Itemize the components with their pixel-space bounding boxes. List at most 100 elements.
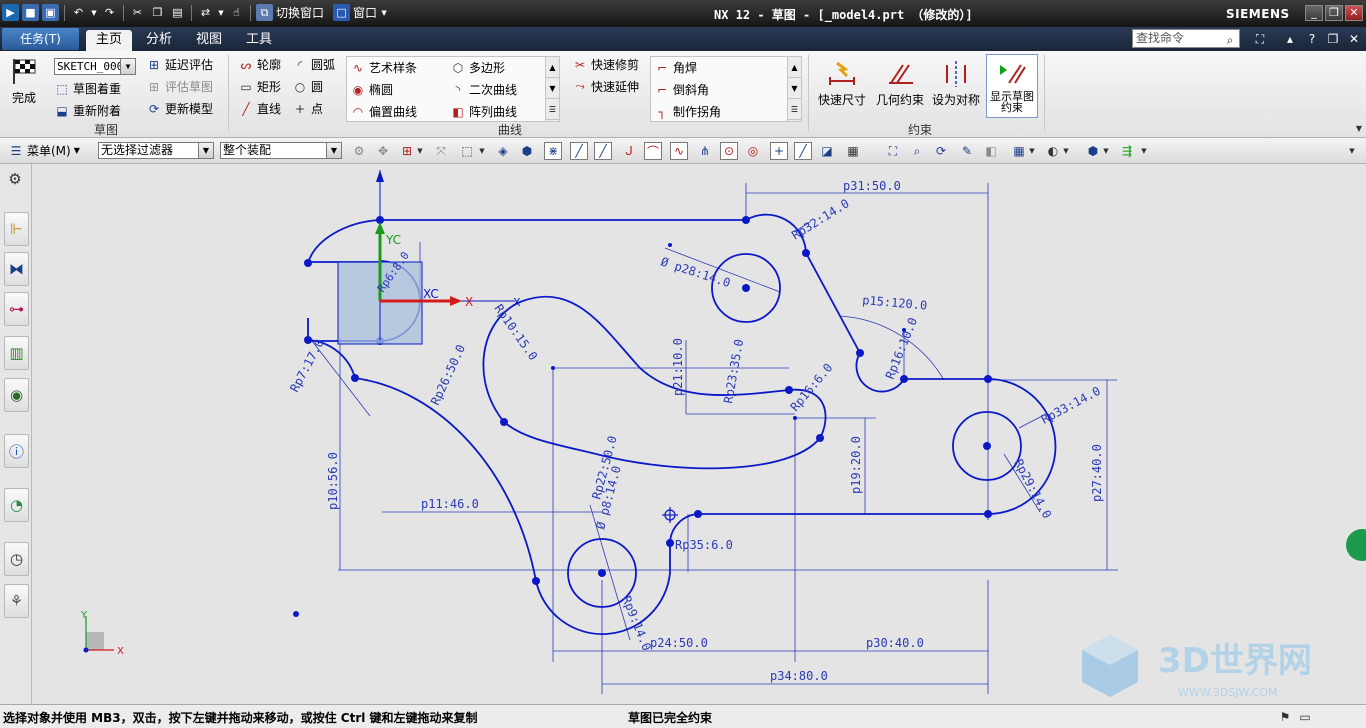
web-browser-icon[interactable]: ⓘ [4, 434, 29, 468]
chevron-down-icon[interactable]: ▼ [416, 142, 424, 160]
studio-spline-button[interactable]: ∿ 艺术样条 [350, 59, 417, 76]
select-solid-icon[interactable]: ◈ [494, 142, 512, 160]
datum-csys[interactable]: YC XC X X [337, 170, 521, 345]
assembly-navigator-icon[interactable]: ⊩ [4, 212, 29, 246]
render-style-icon[interactable]: ◧ [982, 142, 1000, 160]
window-menu-label[interactable]: 窗口 [353, 4, 377, 21]
repeat-command-icon[interactable]: ⇄ [197, 4, 214, 21]
dim-text[interactable]: p19:20.0 [849, 436, 863, 494]
dim-text[interactable]: p10:56.0 [326, 452, 340, 510]
menu-button[interactable]: ☰ 菜单(M) ▼ [8, 142, 80, 159]
dim-text[interactable]: p24:50.0 [650, 636, 708, 650]
chevron-down-icon[interactable]: ▼ [1140, 142, 1148, 160]
snap-curve-icon[interactable]: ᒍ [620, 142, 638, 160]
dim-text[interactable]: p15:120.0 [862, 293, 928, 313]
scroll-up-icon[interactable]: ▲ [546, 57, 559, 78]
arc-left-top[interactable] [307, 219, 381, 264]
task-menu-button[interactable]: 任务(T) [2, 28, 79, 50]
tab-view[interactable]: 视图 [190, 30, 228, 51]
save-icon[interactable]: ■ [22, 4, 39, 21]
expand-gallery-icon[interactable]: ☰ [788, 99, 801, 120]
gallery-scrollbar[interactable]: ▲ ▼ ☰ [545, 57, 559, 121]
rectangle-select-icon[interactable]: ⬚ [458, 142, 476, 160]
sketch-name-select[interactable]: SKETCH_000 ▼ [54, 58, 136, 75]
snap-intersection-icon[interactable]: ⋔ [696, 142, 714, 160]
pattern-curve-button[interactable]: ◧ 阵列曲线 [450, 103, 517, 120]
window-icon[interactable]: □ [333, 4, 351, 21]
fillet-button[interactable]: ⌐ 角焊 [654, 59, 697, 76]
dim-text[interactable]: p27:40.0 [1090, 444, 1104, 502]
restore-button[interactable]: ❐ [1325, 5, 1343, 21]
rectangle-button[interactable]: ▭ 矩形 [238, 78, 281, 95]
redo-icon[interactable]: ↷ [101, 4, 118, 21]
arc-r26[interactable] [354, 377, 537, 582]
display-mode-icon[interactable]: ◐ [1044, 142, 1062, 160]
chevron-down-icon[interactable]: ▼ [1102, 142, 1110, 160]
circle-button[interactable]: ○ 圆 [292, 78, 323, 95]
snap-spline-icon[interactable]: ∿ [670, 142, 688, 160]
reattach-button[interactable]: ⬓ 重新附着 [54, 102, 121, 119]
history-icon[interactable]: ◔ [4, 488, 29, 522]
nx-logo-icon[interactable]: ▶ [2, 4, 19, 21]
view-orientation-icon[interactable]: ▦ [1010, 142, 1028, 160]
chevron-down-icon[interactable]: ▼ [1062, 142, 1070, 160]
dim-text[interactable]: p21:10.0 [671, 338, 685, 396]
toolbar-options-icon[interactable]: ▼ [1348, 142, 1356, 160]
dropdown-icon[interactable]: ▼ [90, 4, 98, 21]
arc-r9[interactable] [535, 572, 671, 635]
rapid-dimension-button[interactable]: 快速尺寸 [818, 57, 866, 108]
profile-button[interactable]: ᔕ 轮廓 [238, 56, 281, 73]
touch-mode-icon[interactable]: ☝ [228, 4, 245, 21]
copy-icon[interactable]: ❐ [149, 4, 166, 21]
dim-text[interactable]: p30:40.0 [866, 636, 924, 650]
snap-on-curve-icon[interactable]: ╱ [794, 142, 812, 160]
quick-extend-button[interactable]: ⤳ 快速延伸 [572, 78, 639, 95]
make-symmetric-button[interactable]: 设为对称 [932, 57, 980, 108]
filter-settings-icon[interactable]: ⚙ [350, 142, 368, 160]
flag-icon[interactable]: ⚑ [1276, 708, 1294, 726]
constraint-navigator-icon[interactable]: ⧓ [4, 252, 29, 286]
chamfer-button[interactable]: ⌐ 倒斜角 [654, 81, 709, 98]
clock-icon[interactable]: ◷ [4, 542, 29, 576]
rotate-icon[interactable]: ⟳ [932, 142, 950, 160]
snap-line2-icon[interactable]: ╱ [594, 142, 612, 160]
expand-gallery-icon[interactable]: ☰ [546, 99, 559, 120]
make-corner-button[interactable]: ┐ 制作拐角 [654, 103, 721, 120]
tab-home[interactable]: 主页 [86, 30, 132, 51]
dim-text[interactable]: Rp35:6.0 [675, 538, 733, 552]
work-layer-icon[interactable]: ⬢ [1084, 142, 1102, 160]
dim-text[interactable]: p34:80.0 [770, 669, 828, 683]
finish-sketch-button[interactable]: 完成 [8, 55, 40, 106]
gallery-scrollbar[interactable]: ▲ ▼ ☰ [787, 57, 801, 121]
reorient-sketch-button[interactable]: ⬚ 草图着重 [54, 80, 121, 97]
dim-text[interactable]: Rp29:14.0 [1011, 457, 1054, 521]
chevron-down-icon[interactable]: ▼ [478, 142, 486, 160]
snap-point-icon[interactable]: + [770, 142, 788, 160]
dropdown-icon[interactable]: ▼ [380, 4, 388, 21]
select-body-icon[interactable]: ⬢ [518, 142, 536, 160]
part-navigator-icon[interactable]: ⊶ [4, 292, 29, 326]
scroll-up-icon[interactable]: ▲ [788, 57, 801, 78]
help-icon[interactable]: ? [1304, 31, 1320, 47]
update-model-button[interactable]: ⟳ 更新模型 [146, 100, 213, 117]
ellipse-button[interactable]: ◉ 椭圆 [350, 81, 393, 98]
floating-status-icon[interactable] [1346, 529, 1366, 561]
dim-text[interactable]: Rp9:14.0 [619, 594, 654, 653]
dim-text[interactable]: Rp16:6.0 [788, 361, 836, 414]
close-doc-icon[interactable]: ✕ [1346, 31, 1362, 47]
chevron-down-icon[interactable]: ▼ [1028, 142, 1036, 160]
ribbon-options-icon[interactable]: ▼ [1350, 119, 1366, 137]
snap-line-icon[interactable]: ╱ [570, 142, 588, 160]
snap-toggle-icon[interactable]: ✥ [374, 142, 392, 160]
reuse-library-icon[interactable]: ▥ [4, 336, 29, 370]
sketch-canvas[interactable]: YC XC X X p31:50.0 Rp32:14.0 Ø p28:14.0 … [33, 164, 1366, 704]
undo-icon[interactable]: ↶ [70, 4, 87, 21]
dropdown-icon[interactable]: ▼ [217, 4, 225, 21]
select-feature-icon[interactable]: ⊞ [398, 142, 416, 160]
snap-endpoint-icon[interactable]: ⋇ [544, 142, 562, 160]
switch-window-label[interactable]: 切换窗口 [276, 4, 324, 21]
selection-scope-select[interactable]: 整个装配 ▼ [220, 142, 342, 159]
slant-line[interactable] [805, 252, 861, 354]
dim-text[interactable]: Rp26:50.0 [428, 342, 468, 407]
inner-slot[interactable] [482, 295, 827, 470]
